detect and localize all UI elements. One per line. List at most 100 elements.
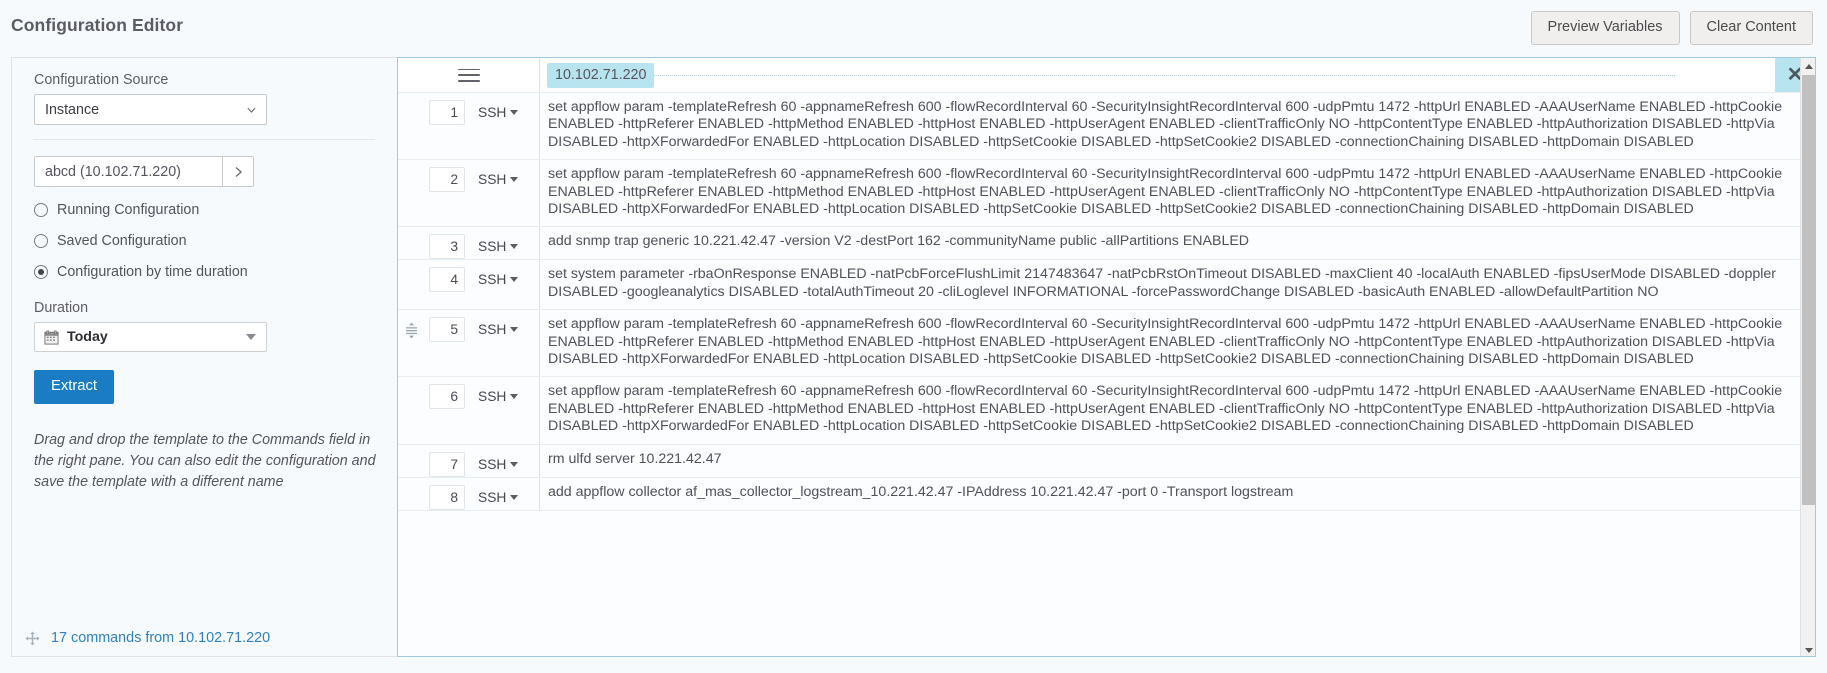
command-text[interactable]: set system parameter -rbaOnResponse ENAB… xyxy=(540,260,1815,309)
command-row-gutter: 8 SSH xyxy=(398,477,540,510)
caret-down-icon xyxy=(510,277,519,283)
scroll-down-button[interactable] xyxy=(1801,642,1815,656)
protocol-selector[interactable]: SSH xyxy=(474,384,522,409)
duration-label: Duration xyxy=(34,300,89,316)
commands-template-item[interactable]: 17 commands from 10.102.71.220 xyxy=(25,630,270,646)
caret-down-icon xyxy=(510,394,519,400)
command-row-gutter: 4 SSH xyxy=(398,260,540,310)
duration-value: Today xyxy=(67,329,108,345)
protocol-label: SSH xyxy=(478,272,507,288)
command-text[interactable]: add snmp trap generic 10.221.42.47 -vers… xyxy=(540,227,1815,259)
protocol-label: SSH xyxy=(478,389,507,405)
configuration-editor-page: Configuration Editor Preview Variables C… xyxy=(0,0,1827,673)
command-text[interactable]: add appflow collector af_mas_collector_l… xyxy=(540,478,1815,510)
protocol-label: SSH xyxy=(478,105,507,120)
command-text[interactable]: set appflow param -templateRefresh 60 -a… xyxy=(540,377,1815,443)
protocol-selector[interactable]: SSH xyxy=(474,317,522,342)
command-row[interactable]: 6 SSH set appflow param -templateRefresh 6… xyxy=(398,377,1815,445)
command-row-gutter: 2 SSH xyxy=(398,160,540,227)
preview-variables-button[interactable]: Preview Variables xyxy=(1530,11,1680,45)
command-text[interactable]: rm ulfd server 10.221.42.47 xyxy=(540,445,1815,477)
radio-label: Saved Configuration xyxy=(57,233,187,249)
command-row-gutter: 7 SSH xyxy=(398,444,540,477)
command-row-gutter: 6 SSH xyxy=(398,377,540,444)
command-text[interactable]: set appflow param -templateRefresh 60 -a… xyxy=(540,93,1815,159)
command-row[interactable]: 5 SSH set appflow param -templateRefresh 6… xyxy=(398,310,1815,378)
configuration-source-panel: Configuration Source Instance Running xyxy=(11,57,397,657)
command-line-number: 3 xyxy=(429,234,465,260)
command-row-gutter: 1 SSH xyxy=(398,93,540,160)
command-row-gutter: 3 SSH xyxy=(398,227,540,260)
page-title: Configuration Editor xyxy=(11,15,184,35)
commands-scrollbar[interactable] xyxy=(1800,58,1815,656)
instance-selector-row xyxy=(34,156,377,187)
command-row[interactable]: 3 SSH add snmp trap generic 10.221.42.47 -… xyxy=(398,227,1815,261)
command-row[interactable]: 4 SSH set system parameter -rbaOnResponse … xyxy=(398,260,1815,311)
radio-saved-configuration[interactable]: Saved Configuration xyxy=(34,233,377,249)
clear-content-button[interactable]: Clear Content xyxy=(1689,11,1813,45)
protocol-selector[interactable]: SSH xyxy=(474,452,522,477)
command-row[interactable]: 2 SSH set appflow param -templateRefresh 6… xyxy=(398,160,1815,228)
command-row-gutter: 5 SSH xyxy=(398,310,540,377)
caret-down-icon xyxy=(510,461,519,467)
scroll-up-button[interactable] xyxy=(1801,58,1815,74)
triangle-down-icon xyxy=(246,334,256,340)
radio-configuration-by-time-duration[interactable]: Configuration by time duration xyxy=(34,264,377,280)
command-row[interactable]: 7 SSH rm ulfd server 10.221.42.47 xyxy=(398,444,1815,478)
caret-down-icon xyxy=(1804,647,1813,653)
header-actions: Preview Variables Clear Content xyxy=(1530,11,1813,45)
configuration-source-label: Configuration Source xyxy=(34,72,169,88)
command-text[interactable]: set appflow param -templateRefresh 60 -a… xyxy=(540,310,1815,376)
command-row[interactable]: 1 SSH set appflow param -templateRefresh 6… xyxy=(398,93,1815,161)
dotted-separator xyxy=(547,75,1675,76)
protocol-selector[interactable]: SSH xyxy=(474,267,522,292)
protocol-label: SSH xyxy=(478,172,507,188)
panel-divider xyxy=(33,139,375,140)
chevron-down-icon xyxy=(247,107,256,113)
calendar-icon xyxy=(44,330,59,345)
protocol-label: SSH xyxy=(478,489,507,505)
caret-down-icon xyxy=(510,494,519,500)
command-line-number: 8 xyxy=(429,484,465,510)
command-line-number: 6 xyxy=(429,384,465,410)
caret-up-icon xyxy=(1804,63,1813,69)
commands-menu-button[interactable] xyxy=(398,58,540,92)
radio-running-configuration[interactable]: Running Configuration xyxy=(34,202,377,218)
instance-go-button[interactable] xyxy=(222,156,254,187)
commands-from-instance-link[interactable]: 17 commands from 10.102.71.220 xyxy=(51,630,270,646)
protocol-selector[interactable]: SSH xyxy=(474,234,522,259)
command-text[interactable]: set appflow param -templateRefresh 60 -a… xyxy=(540,160,1815,226)
radio-label: Running Configuration xyxy=(57,202,200,218)
caret-down-icon xyxy=(510,110,519,115)
drag-drop-hint: Drag and drop the template to the Comman… xyxy=(34,431,376,490)
radio-indicator xyxy=(34,265,48,279)
protocol-label: SSH xyxy=(478,456,507,472)
command-line-number: 2 xyxy=(429,167,465,193)
radio-indicator xyxy=(34,203,48,217)
protocol-label: SSH xyxy=(478,322,507,338)
commands-editor-panel: 10.102.71.220 ✕ 1 SSH set appflow param -t… xyxy=(397,57,1816,657)
caret-down-icon xyxy=(510,327,519,333)
commands-list: 1 SSH set appflow param -templateRefresh 6… xyxy=(398,93,1815,656)
commands-toolbar: 10.102.71.220 ✕ xyxy=(398,58,1815,93)
radio-indicator xyxy=(34,234,48,248)
hamburger-icon xyxy=(457,68,480,82)
protocol-selector[interactable]: SSH xyxy=(474,485,522,510)
command-row[interactable]: 8 SSH add appflow collector af_mas_collect… xyxy=(398,477,1815,511)
page-header: Configuration Editor Preview Variables C… xyxy=(0,0,1827,52)
caret-down-icon xyxy=(510,244,519,250)
command-line-number: 7 xyxy=(429,451,465,477)
protocol-selector[interactable]: SSH xyxy=(474,167,522,192)
instance-input[interactable] xyxy=(34,156,222,187)
command-line-number: 5 xyxy=(429,317,465,343)
scrollbar-track[interactable] xyxy=(1800,58,1815,656)
extract-button[interactable]: Extract xyxy=(34,370,115,404)
configuration-source-select[interactable]: Instance xyxy=(34,94,267,125)
protocol-label: SSH xyxy=(478,239,507,255)
command-line-number: 1 xyxy=(429,100,465,125)
scrollbar-thumb[interactable] xyxy=(1802,75,1815,505)
duration-select[interactable]: Today xyxy=(34,322,267,352)
instance-ip-tag[interactable]: 10.102.71.220 xyxy=(547,62,655,88)
protocol-selector[interactable]: SSH xyxy=(474,100,522,125)
drag-handle-icon[interactable] xyxy=(405,322,418,339)
